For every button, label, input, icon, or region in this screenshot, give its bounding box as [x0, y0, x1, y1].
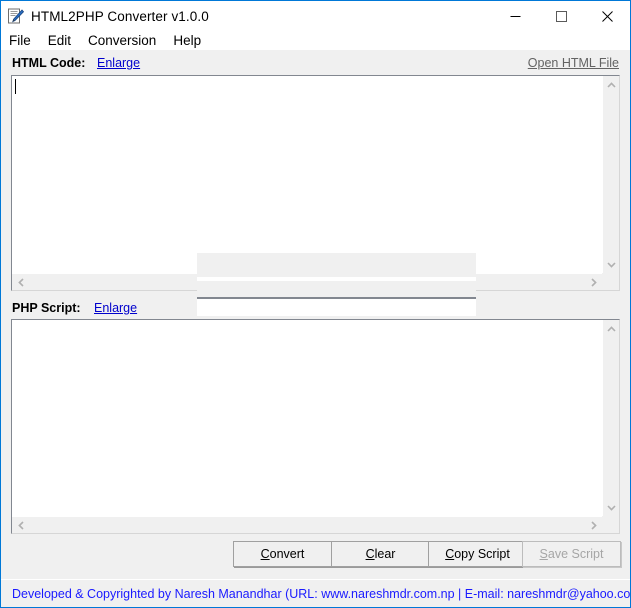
- window-title: HTML2PHP Converter v1.0.0: [31, 8, 209, 24]
- copy-script-mnemonic: C: [445, 547, 455, 561]
- application-window: HTML2PHP Converter v1.0.0 File Edit Conv…: [0, 0, 631, 608]
- save-script-button[interactable]: Save Script: [522, 541, 621, 567]
- notepad-pen-icon: [7, 8, 25, 25]
- maximize-button[interactable]: [538, 1, 584, 31]
- scroll-down-icon[interactable]: [603, 499, 619, 516]
- clear-label-rest: lear: [374, 547, 396, 561]
- scroll-up-icon[interactable]: [603, 320, 619, 337]
- save-script-mnemonic: S: [539, 547, 548, 561]
- html-horizontal-scrollbar[interactable]: [12, 273, 602, 290]
- menu-bar: File Edit Conversion Help: [1, 31, 630, 50]
- scrollbar-corner: [602, 273, 619, 290]
- scroll-right-icon[interactable]: [585, 517, 602, 533]
- scroll-up-icon[interactable]: [603, 76, 619, 93]
- minimize-button[interactable]: [492, 1, 538, 31]
- php-enlarge-link[interactable]: Enlarge: [94, 301, 137, 315]
- php-script-textarea[interactable]: [11, 319, 620, 534]
- menu-item-file[interactable]: File: [9, 33, 31, 48]
- copy-script-button[interactable]: Copy Script: [428, 541, 527, 567]
- save-script-label-rest: ave Script: [547, 547, 604, 561]
- clear-mnemonic: C: [365, 547, 375, 561]
- html-code-textarea[interactable]: [11, 75, 620, 291]
- menu-item-conversion[interactable]: Conversion: [88, 33, 156, 48]
- footer-bar: Developed & Copyrighted by Naresh Manand…: [1, 580, 630, 607]
- scroll-right-icon[interactable]: [585, 274, 602, 290]
- html-code-label: HTML Code:: [12, 56, 86, 70]
- menu-item-edit[interactable]: Edit: [48, 33, 71, 48]
- php-script-text-surface[interactable]: [12, 320, 602, 516]
- title-bar: HTML2PHP Converter v1.0.0: [1, 1, 630, 31]
- html-code-text-surface[interactable]: [12, 76, 602, 273]
- scrollbar-corner: [602, 516, 619, 533]
- close-button[interactable]: [584, 1, 630, 31]
- php-script-label: PHP Script:: [12, 301, 81, 315]
- open-html-file-link[interactable]: Open HTML File: [528, 56, 619, 70]
- php-horizontal-scrollbar[interactable]: [12, 516, 602, 533]
- html-enlarge-link[interactable]: Enlarge: [97, 56, 140, 70]
- scroll-left-icon[interactable]: [12, 517, 29, 533]
- clear-button[interactable]: Clear: [331, 541, 430, 567]
- text-caret: [15, 79, 16, 94]
- convert-label-rest: onvert: [269, 547, 305, 561]
- php-vertical-scrollbar[interactable]: [602, 320, 619, 516]
- scroll-left-icon[interactable]: [12, 274, 29, 290]
- html-vertical-scrollbar[interactable]: [602, 76, 619, 273]
- convert-mnemonic: C: [260, 547, 270, 561]
- menu-item-help[interactable]: Help: [173, 33, 201, 48]
- convert-button[interactable]: Convert: [233, 541, 332, 567]
- php-script-header: PHP Script: Enlarge: [1, 299, 630, 321]
- client-area: HTML Code: Enlarge Open HTML File PHP Sc…: [1, 50, 630, 607]
- scroll-down-icon[interactable]: [603, 256, 619, 273]
- html-code-header: HTML Code: Enlarge Open HTML File: [1, 54, 630, 76]
- copyright-text: Developed & Copyrighted by Naresh Manand…: [12, 586, 631, 601]
- copy-script-label-rest: opy Script: [454, 547, 510, 561]
